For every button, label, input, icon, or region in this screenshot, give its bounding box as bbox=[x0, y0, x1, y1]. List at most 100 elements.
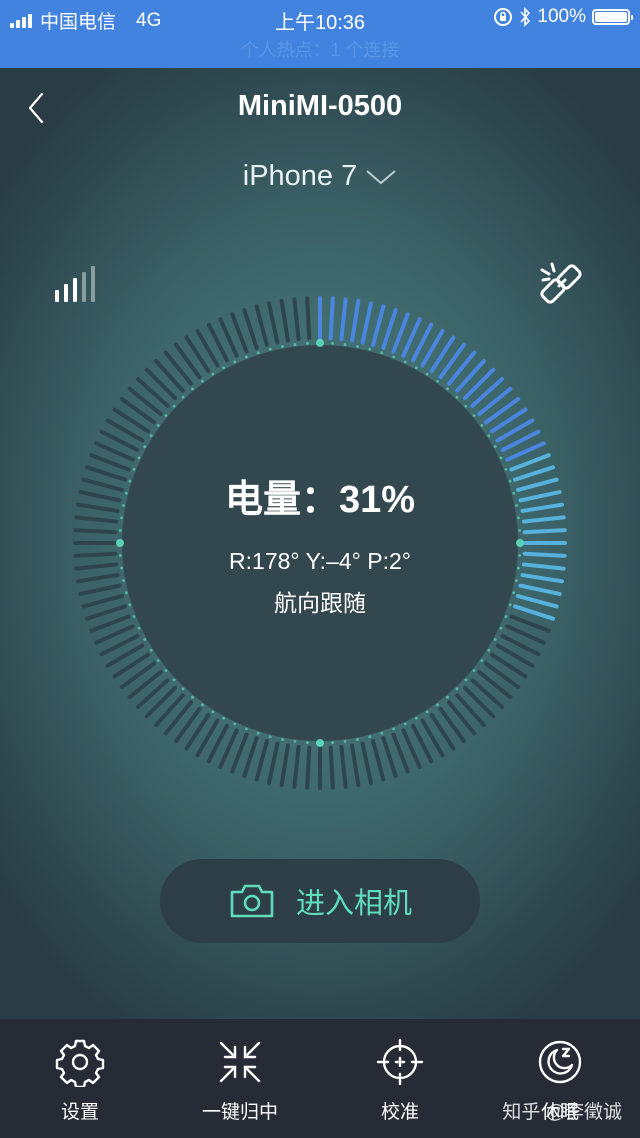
battery-tick bbox=[305, 296, 312, 341]
enter-camera-label: 进入相机 bbox=[295, 888, 412, 920]
battery-tick bbox=[267, 301, 280, 345]
device-name: iPhone 7 bbox=[242, 160, 358, 192]
dial-dot bbox=[122, 579, 125, 582]
chevron-down-icon bbox=[366, 169, 396, 184]
tab-calibrate[interactable]: 校准 bbox=[320, 1019, 480, 1138]
dial-dot bbox=[331, 341, 334, 345]
sleep-moon-icon bbox=[538, 1040, 582, 1084]
follow-mode: 航向跟随 bbox=[274, 590, 366, 616]
dial-dot bbox=[480, 424, 484, 427]
battery-tick bbox=[371, 739, 386, 782]
device-selector[interactable]: iPhone 7 bbox=[0, 160, 640, 193]
dial-dot bbox=[149, 434, 153, 438]
battery-tick bbox=[154, 358, 185, 393]
battery-tick bbox=[339, 744, 348, 789]
battery-tick bbox=[292, 297, 301, 342]
battery-tick bbox=[144, 685, 178, 719]
dial-dot bbox=[343, 343, 347, 346]
battery-percent: 100% bbox=[537, 6, 586, 27]
battery-tick bbox=[144, 367, 178, 401]
dial-dot bbox=[392, 727, 396, 731]
signal-bar bbox=[64, 284, 68, 302]
tab-settings[interactable]: 设置 bbox=[0, 1019, 160, 1138]
battery-tick bbox=[76, 573, 120, 584]
dial-dot bbox=[256, 731, 260, 735]
battery-tick bbox=[381, 735, 398, 779]
dial-dot bbox=[403, 722, 407, 726]
gear-icon bbox=[55, 1039, 105, 1087]
dial-dot bbox=[181, 395, 185, 399]
battery-tick bbox=[242, 735, 259, 779]
dial-dot bbox=[356, 345, 359, 348]
battery-tick bbox=[254, 739, 269, 782]
dial-dot bbox=[268, 347, 272, 351]
dial-dot bbox=[493, 637, 497, 641]
status-right: 100% bbox=[493, 6, 633, 28]
dial-dot bbox=[487, 434, 491, 438]
dial-dot bbox=[331, 741, 334, 745]
tab-recenter-label: 一键归中 bbox=[201, 1102, 278, 1123]
bluetooth-icon bbox=[520, 7, 531, 27]
dial-dot bbox=[268, 735, 272, 739]
dial-dot bbox=[425, 372, 429, 376]
dial-dot bbox=[244, 355, 248, 359]
dial-dot bbox=[244, 727, 248, 731]
dial-dot bbox=[143, 445, 147, 449]
battery-tick-lit bbox=[522, 528, 567, 535]
battery-value: 31% bbox=[338, 479, 416, 521]
attitude-angles: R:178° Y:–4° P:2° bbox=[229, 548, 411, 574]
dial-dot bbox=[281, 345, 284, 348]
dial-dot bbox=[518, 529, 522, 532]
battery-tick bbox=[135, 678, 170, 709]
dial-dot bbox=[164, 669, 168, 672]
tab-calibrate-label: 校准 bbox=[380, 1102, 419, 1123]
dial-dot bbox=[137, 626, 141, 630]
dial-marker-dot bbox=[316, 739, 324, 747]
dial-marker-dot bbox=[116, 539, 124, 547]
dial-dot bbox=[306, 341, 309, 345]
dial-dot bbox=[499, 456, 503, 460]
dial-dot bbox=[201, 703, 204, 707]
battery-tick bbox=[305, 745, 312, 790]
dial-dot bbox=[181, 687, 185, 691]
battery-tick bbox=[267, 741, 280, 785]
dial-dot bbox=[156, 424, 160, 427]
dial-dot bbox=[143, 637, 147, 641]
battery-tick-lit bbox=[470, 377, 505, 408]
hotspot-banner[interactable]: 个人热点：1 个连接 bbox=[0, 36, 640, 62]
dial-dot bbox=[380, 731, 384, 735]
battery-tick bbox=[279, 299, 290, 343]
tab-recenter[interactable]: 一键归中 bbox=[160, 1019, 320, 1138]
dial-dot bbox=[356, 738, 359, 741]
enter-camera-button[interactable]: 进入相机 bbox=[160, 859, 480, 943]
battery-label: 电量： bbox=[224, 479, 339, 521]
dial-dot bbox=[436, 379, 439, 383]
dial-dot bbox=[446, 695, 449, 699]
dial-dot bbox=[172, 404, 176, 408]
tab-settings-label: 设置 bbox=[60, 1102, 99, 1123]
battery-tick-lit bbox=[360, 301, 373, 345]
dial-dot bbox=[164, 414, 168, 417]
dial-dot bbox=[306, 741, 309, 745]
battery-tick-lit bbox=[381, 307, 398, 351]
dial-dot bbox=[414, 366, 418, 370]
battery-tick bbox=[360, 741, 373, 785]
dial-inner-disc bbox=[122, 345, 518, 741]
dial-dot bbox=[233, 722, 237, 726]
battery-icon bbox=[592, 9, 633, 25]
dial-dot bbox=[149, 648, 153, 652]
battery-dial bbox=[73, 296, 567, 790]
dial-dot bbox=[118, 529, 122, 532]
dial-dot bbox=[414, 716, 418, 720]
battery-tick-lit bbox=[455, 358, 486, 393]
battery-tick bbox=[242, 307, 259, 351]
dial-dot bbox=[211, 710, 215, 714]
dial-dot bbox=[343, 740, 347, 743]
battery-tick bbox=[470, 678, 505, 709]
battery-tick-lit bbox=[371, 304, 386, 347]
dial-dot bbox=[211, 372, 215, 376]
battery-tick bbox=[135, 377, 170, 408]
camera-icon bbox=[230, 884, 274, 918]
dial-dot bbox=[472, 414, 476, 417]
battery-readout: 电量：31% bbox=[0, 468, 640, 523]
